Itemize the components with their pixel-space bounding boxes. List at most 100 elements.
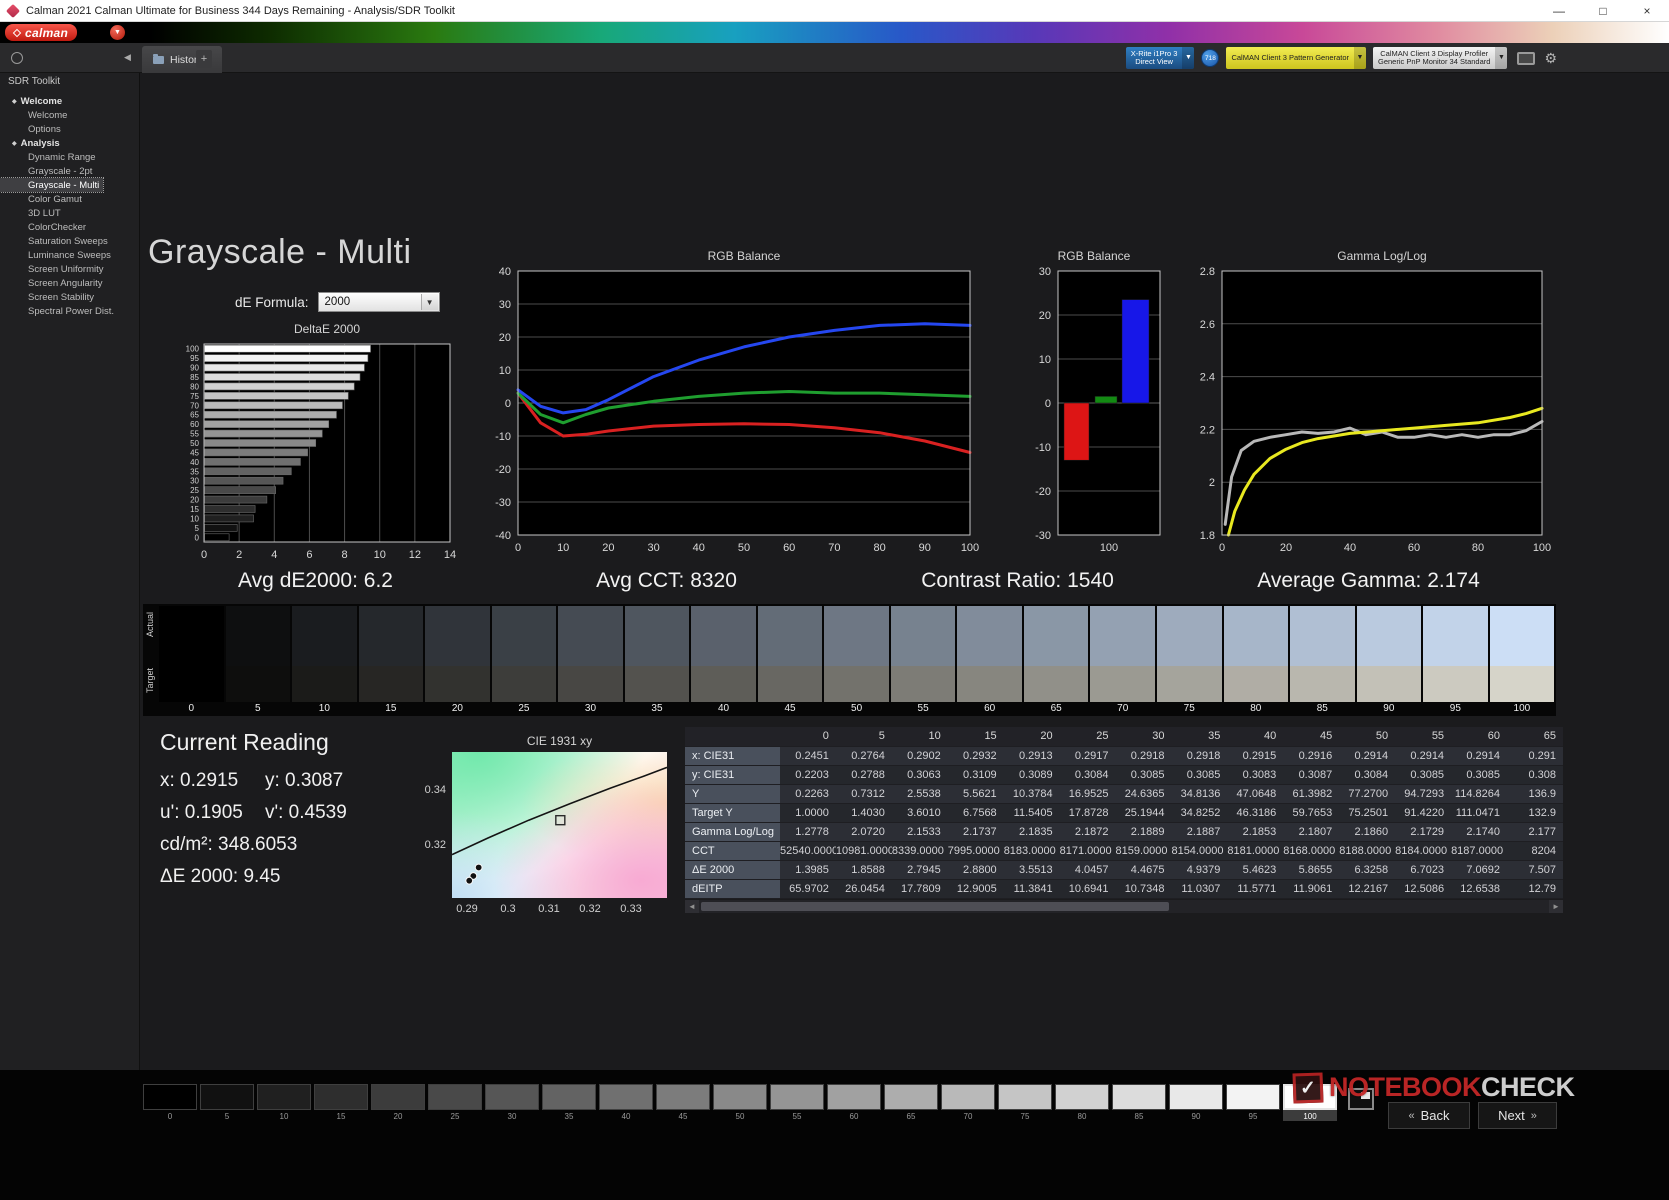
swatch-actual [492, 606, 557, 666]
hw-button-2[interactable]: CalMAN Client 3 Display ProfilerGeneric … [1373, 47, 1507, 69]
grayscale-swatch-40: 40 [691, 606, 756, 716]
table-cell: 0.2915 [1227, 746, 1283, 765]
back-button[interactable]: « Back [1388, 1102, 1470, 1129]
calman-app-window: Calman 2021 Calman Ultimate for Business… [0, 0, 1669, 1200]
chevron-down-icon[interactable]: ▼ [1182, 47, 1194, 69]
table-scrollbar[interactable]: ◄ ► [685, 900, 1563, 913]
sidebar-item-screen-stability[interactable]: Screen Stability [0, 290, 139, 304]
display-icon[interactable] [1517, 52, 1535, 65]
table-cell: 0.2451 [780, 746, 836, 765]
sidebar-item-luminance-sweeps[interactable]: Luminance Sweeps [0, 248, 139, 262]
svg-text:20: 20 [1039, 310, 1051, 322]
pattern-patch-15[interactable]: 15 [314, 1084, 368, 1121]
sidebar-section-header[interactable]: ◆Welcome [0, 94, 139, 108]
table-row: x: CIE310.24510.27640.29020.29320.29130.… [685, 746, 1563, 765]
pattern-patch-85[interactable]: 85 [1112, 1084, 1166, 1121]
close-button[interactable]: × [1625, 0, 1669, 21]
table-col-header: 5 [836, 727, 892, 746]
sidebar-item-color-gamut[interactable]: Color Gamut [0, 192, 139, 206]
swatch-target [1090, 666, 1155, 702]
pattern-patch-90[interactable]: 90 [1169, 1084, 1223, 1121]
swatch-label: 40 [691, 702, 756, 714]
svg-text:25: 25 [190, 486, 199, 495]
pattern-patch-40[interactable]: 40 [599, 1084, 653, 1121]
pattern-patch-35[interactable]: 35 [542, 1084, 596, 1121]
svg-text:10: 10 [1039, 354, 1051, 366]
table-cell: 0.2918 [1116, 746, 1172, 765]
swatch-label: 20 [425, 702, 490, 714]
minimize-button[interactable]: — [1537, 0, 1581, 21]
pattern-patch-75[interactable]: 75 [998, 1084, 1052, 1121]
maximize-button[interactable]: □ [1581, 0, 1625, 21]
swatch-label: 90 [1357, 702, 1422, 714]
sidebar-section-header[interactable]: ◆Analysis [0, 136, 139, 150]
hw-button-1[interactable]: CalMAN Client 3 Pattern Generator▼ [1226, 47, 1366, 69]
pattern-patch-60[interactable]: 60 [827, 1084, 881, 1121]
pattern-patch-80[interactable]: 80 [1055, 1084, 1109, 1121]
scrollbar-track[interactable] [699, 900, 1549, 913]
pattern-patch-50[interactable]: 50 [713, 1084, 767, 1121]
grayscale-swatch-70: 70 [1090, 606, 1155, 716]
de-formula-select[interactable]: 2000 ▼ [318, 292, 440, 312]
cie-chart [452, 752, 667, 898]
logo-menu-button[interactable]: ▼ [110, 25, 125, 40]
table-cell: 65.9702 [780, 879, 836, 898]
pattern-patch-0[interactable]: 0 [143, 1084, 197, 1121]
sidebar-item-screen-angularity[interactable]: Screen Angularity [0, 276, 139, 290]
meter-status-badge[interactable]: 718 [1201, 49, 1219, 67]
next-button[interactable]: Next » [1478, 1102, 1557, 1129]
sidebar-item-options[interactable]: Options [0, 122, 139, 136]
table-cell: 17.7809 [892, 879, 948, 898]
table-cell: 4.0457 [1060, 860, 1116, 879]
chevron-down-icon[interactable]: ▼ [1495, 47, 1507, 69]
scroll-right-icon[interactable]: ► [1549, 900, 1563, 913]
pattern-patch-30[interactable]: 30 [485, 1084, 539, 1121]
toolbar: ◀ History 1 + X-Rite i1Pro 3Direct View▼… [0, 43, 1669, 73]
pattern-patch-5[interactable]: 5 [200, 1084, 254, 1121]
swatch-actual [1423, 606, 1488, 666]
swatch-actual [691, 606, 756, 666]
gear-icon[interactable]: ⚙ [1544, 51, 1557, 65]
table-col-header: 20 [1004, 727, 1060, 746]
swatch-actual [1157, 606, 1222, 666]
scrollbar-thumb[interactable] [701, 902, 1169, 911]
collapse-sidebar-icon[interactable]: ◀ [124, 52, 131, 63]
pattern-patch-25[interactable]: 25 [428, 1084, 482, 1121]
session-icon[interactable] [11, 52, 23, 64]
app-icon [6, 3, 20, 17]
svg-text:50: 50 [190, 439, 199, 448]
cie-y-tick: 0.34 [408, 784, 446, 796]
sidebar-item-grayscale-2pt[interactable]: Grayscale - 2pt [0, 164, 139, 178]
chart-rgb-balance-bar: RGB Balance -30-20-100102030100 [1018, 249, 1170, 567]
svg-text:75: 75 [190, 392, 199, 401]
sidebar-item-welcome[interactable]: Welcome [0, 108, 139, 122]
pattern-patch-20[interactable]: 20 [371, 1084, 425, 1121]
table-cell: 3.6010 [892, 803, 948, 822]
sidebar-item-spectral-power-dist[interactable]: Spectral Power Dist. [0, 304, 139, 318]
pattern-patch-70[interactable]: 70 [941, 1084, 995, 1121]
chevron-down-icon[interactable]: ▼ [1354, 47, 1366, 69]
calman-logo[interactable]: calman [5, 24, 77, 41]
chevron-down-icon[interactable]: ▼ [421, 294, 438, 310]
pattern-patch-95[interactable]: 95 [1226, 1084, 1280, 1121]
sidebar-item-grayscale-multi[interactable]: Grayscale - Multi [0, 178, 103, 192]
sidebar-item-3d-lut[interactable]: 3D LUT [0, 206, 139, 220]
scroll-left-icon[interactable]: ◄ [685, 900, 699, 913]
sidebar-item-colorchecker[interactable]: ColorChecker [0, 220, 139, 234]
sidebar-item-saturation-sweeps[interactable]: Saturation Sweeps [0, 234, 139, 248]
chart-title: RGB Balance [1018, 249, 1170, 263]
sidebar-item-screen-uniformity[interactable]: Screen Uniformity [0, 262, 139, 276]
table-cell: 0.2918 [1171, 746, 1227, 765]
sidebar-item-dynamic-range[interactable]: Dynamic Range [0, 150, 139, 164]
pattern-patch-10[interactable]: 10 [257, 1084, 311, 1121]
pattern-patches: 0510152025303540455055606570758085909510… [143, 1084, 1337, 1121]
add-tab-button[interactable]: + [196, 50, 212, 68]
hw-button-0[interactable]: X-Rite i1Pro 3Direct View▼ [1126, 47, 1195, 69]
pattern-patch-65[interactable]: 65 [884, 1084, 938, 1121]
pattern-patch-45[interactable]: 45 [656, 1084, 710, 1121]
svg-text:90: 90 [190, 364, 199, 373]
pattern-patch-55[interactable]: 55 [770, 1084, 824, 1121]
grayscale-swatch-20: 20 [425, 606, 490, 716]
table-row-label: y: CIE31 [685, 765, 780, 784]
svg-text:-20: -20 [495, 464, 511, 476]
